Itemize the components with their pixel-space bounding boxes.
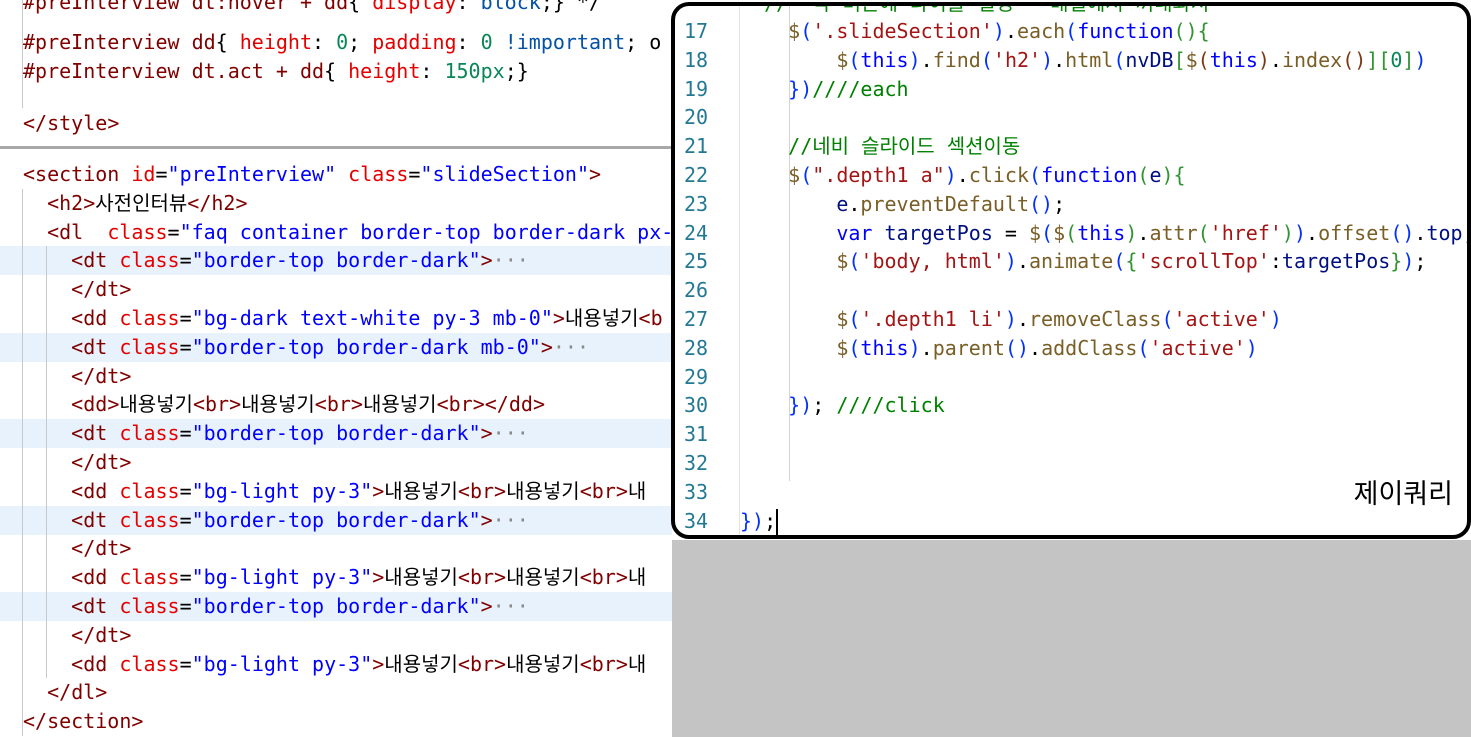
folded-dt-line[interactable]: <dt class="border-top border-dark">···: [0, 246, 672, 276]
line-number: 17: [684, 19, 709, 43]
overlay-code-line[interactable]: 24 var targetPos = $($(this).attr('href'…: [675, 219, 1467, 248]
text-cursor: [776, 508, 778, 535]
line-number: 27: [684, 307, 709, 331]
overlay-code-line[interactable]: 26: [675, 276, 1467, 305]
line-number: 30: [684, 393, 709, 418]
html-code-line[interactable]: <dd class="bg-light py-3">내용넣기<br>내용넣기<b…: [0, 650, 672, 679]
html-code-line[interactable]: </dt>: [0, 362, 672, 391]
left-editor-pane[interactable]: #preInterview dt:hover + dd{ display: bl…: [0, 0, 672, 737]
line-number: 32: [684, 451, 709, 475]
line-number: 20: [684, 105, 709, 130]
line-number: 24: [684, 220, 709, 245]
folded-dt-line[interactable]: <dt class="border-top border-dark">···: [0, 505, 672, 535]
overlay-code-line[interactable]: 25 $('body, html').animate({'scrollTop':…: [675, 247, 1467, 276]
overlay-code-line[interactable]: 27 $('.depth1 li').removeClass('active'): [675, 305, 1467, 334]
html-code-line[interactable]: </dl>: [0, 678, 672, 707]
line-number: 34: [684, 508, 709, 533]
indent-guide: [22, 189, 23, 736]
empty-background-area: [672, 540, 1471, 737]
overlay-code-line[interactable]: 30 }); ////click: [675, 391, 1467, 420]
folded-dt-line[interactable]: <dt class="border-top border-dark">···: [0, 419, 672, 449]
html-code-line[interactable]: <dd class="bg-light py-3">내용넣기<br>내용넣기<b…: [0, 563, 672, 592]
pane-divider[interactable]: [0, 146, 672, 149]
line-number: 29: [684, 364, 709, 389]
line-number: 31: [684, 422, 709, 447]
html-code-line[interactable]: </dt>: [0, 275, 672, 304]
overlay-code-line[interactable]: 29: [675, 363, 1467, 392]
overlay-partial-line[interactable]: // 각 버튼에 타이틀 설정 - 배열에서 꺼내와서: [675, 6, 1467, 18]
line-number: 23: [684, 191, 709, 216]
line-number: 28: [684, 335, 709, 360]
jquery-code-overlay[interactable]: // 각 버튼에 타이틀 설정 - 배열에서 꺼내와서 17 $('.slideS…: [671, 2, 1471, 539]
html-code-line[interactable]: </dt>: [0, 534, 672, 563]
html-code-line[interactable]: <section id="preInterview" class="slideS…: [0, 160, 672, 189]
overlay-code-line[interactable]: 20: [675, 103, 1467, 132]
folded-dt-line[interactable]: <dt class="border-top border-dark">···: [0, 592, 672, 621]
overlay-code-line[interactable]: 31: [675, 420, 1467, 449]
css-code-line[interactable]: #preInterview dt:hover + dd{ display: bl…: [23, 0, 672, 17]
html-code-line[interactable]: <h2>사전인터뷰</h2>: [0, 189, 672, 218]
folded-dt-line[interactable]: <dt class="border-top border-dark mb-0">…: [0, 332, 672, 362]
line-number: 22: [684, 163, 709, 187]
overlay-code-line[interactable]: 21 //네비 슬라이드 섹션이동: [675, 132, 1467, 161]
line-number: 33: [684, 479, 709, 504]
html-code-line[interactable]: <dd>내용넣기<br>내용넣기<br>내용넣기<br></dd>: [0, 390, 672, 419]
html-code-line[interactable]: </section>: [0, 707, 672, 736]
html-code-line[interactable]: </dt>: [0, 448, 672, 477]
overlay-code-line[interactable]: 33: [675, 478, 1467, 507]
indent-guide: [46, 246, 47, 678]
overlay-code-line[interactable]: 28 $(this).parent().addClass('active'): [675, 334, 1467, 363]
html-code-line[interactable]: <dd class="bg-dark text-white py-3 mb-0"…: [0, 304, 672, 333]
css-code-line[interactable]: </style>: [23, 109, 672, 138]
overlay-code-line[interactable]: 34});: [675, 507, 1467, 535]
overlay-code-line[interactable]: 19 })////each: [675, 75, 1467, 104]
line-number: 21: [684, 134, 709, 159]
line-number: 26: [684, 278, 709, 303]
overlay-code-line[interactable]: 32: [675, 449, 1467, 478]
overlay-code-line[interactable]: 22 $(".depth1 a").click(function(e){: [675, 161, 1467, 190]
indent-guide: [22, 0, 23, 108]
line-number: 19: [684, 76, 709, 101]
overlay-code-line[interactable]: 18 $(this).find('h2').html(nvDB[$(this).…: [675, 46, 1467, 75]
html-code-line[interactable]: <dd class="bg-light py-3">내용넣기<br>내용넣기<b…: [0, 477, 672, 506]
html-code-line[interactable]: <dl class="faq container border-top bord…: [0, 218, 672, 247]
line-number: 18: [684, 47, 709, 72]
line-number: 25: [684, 249, 709, 274]
html-code-line[interactable]: </dt>: [0, 621, 672, 650]
css-code-line[interactable]: #preInterview dt.act + dd{ height: 150px…: [23, 57, 672, 86]
overlay-code-line[interactable]: 23 e.preventDefault();: [675, 190, 1467, 219]
css-code-line[interactable]: #preInterview dd{ height: 0; padding: 0 …: [23, 28, 672, 57]
overlay-caption: 제이쿼리: [1353, 479, 1453, 510]
overlay-code-line[interactable]: 17 $('.slideSection').each(function(){: [675, 17, 1467, 46]
